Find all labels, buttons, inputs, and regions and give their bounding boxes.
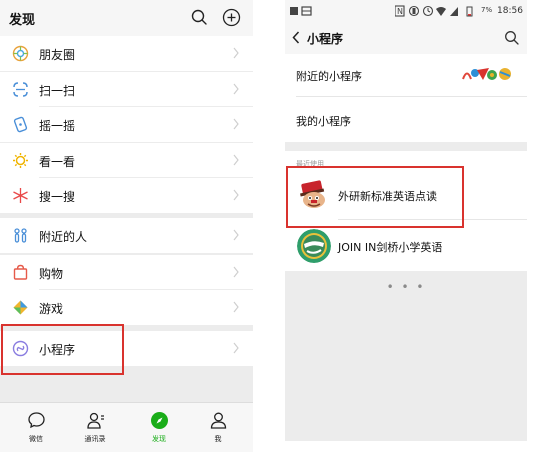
tab-label: 我 [214, 435, 222, 443]
app-name: JOIN IN剑桥小学英语 [338, 241, 443, 254]
menu-item-games[interactable]: 游戏 [0, 290, 253, 325]
my-mini-programs-label: 我的小程序 [296, 115, 351, 128]
menu-item-scan[interactable]: 扫一扫 [0, 72, 253, 107]
moments-icon [12, 45, 29, 62]
my-mini-programs[interactable]: 我的小程序 [285, 97, 527, 142]
menu-item-label: 看一看 [39, 155, 76, 169]
nearby-mini-programs[interactable]: 附近的小程序 [285, 54, 527, 96]
bottom-tab-bar: 微信 通讯录 发现 我 [0, 402, 253, 452]
status-bar: N 7% 18:56 [285, 0, 527, 22]
menu-item-label: 朋友圈 [39, 48, 76, 62]
tab-chats[interactable]: 微信 [11, 403, 61, 452]
tab-discover[interactable]: 发现 [134, 403, 184, 452]
menu-item-label: 扫一扫 [39, 84, 76, 98]
scan-icon [13, 82, 28, 97]
discover-icon [151, 412, 168, 429]
recent-app-join-in[interactable]: JOIN IN剑桥小学英语 [285, 221, 527, 271]
nearby-app-icons [462, 68, 511, 80]
search-star-icon [13, 188, 28, 203]
add-plus-icon[interactable] [222, 8, 241, 27]
nearby-label: 附近的小程序 [296, 70, 362, 83]
chevron-right-icon [233, 47, 239, 59]
back-chevron-icon[interactable] [292, 31, 300, 44]
chevron-right-icon [233, 118, 239, 130]
menu-item-label: 游戏 [39, 302, 64, 316]
highlight-box [1, 324, 124, 375]
menu-item-label: 购物 [39, 267, 64, 281]
svg-text:N: N [397, 7, 403, 16]
shopping-bag-icon [13, 264, 28, 280]
menu-item-label: 附近的人 [39, 230, 88, 244]
chats-icon [28, 412, 45, 429]
menu-item-moments[interactable]: 朋友圈 [0, 36, 253, 71]
chevron-right-icon [233, 342, 239, 354]
tab-label: 发现 [152, 435, 166, 443]
more-dots[interactable]: • • • [285, 280, 527, 294]
tab-contacts[interactable]: 通讯录 [70, 403, 120, 452]
status-time: 18:56 [497, 6, 523, 16]
status-icons: N [395, 5, 473, 17]
people-nearby-icon [14, 228, 27, 243]
tab-label: 通讯录 [84, 435, 106, 443]
mini-programs-list: 附近的小程序 我的小程序 [285, 54, 527, 142]
games-icon [13, 300, 28, 315]
page-title: 小程序 [307, 32, 344, 46]
mini-programs-header: 小程序 [285, 22, 527, 54]
menu-item-shake[interactable]: 摇一摇 [0, 107, 253, 142]
tab-me[interactable]: 我 [193, 403, 243, 452]
page-title: 发现 [9, 13, 36, 28]
discover-header: 发现 [0, 0, 253, 36]
menu-item-people-nearby[interactable]: 附近的人 [0, 218, 253, 253]
me-icon [210, 412, 227, 429]
contacts-icon [87, 412, 104, 429]
chevron-right-icon [233, 83, 239, 95]
menu-item-search[interactable]: 搜一搜 [0, 178, 253, 213]
tab-label: 微信 [29, 435, 43, 443]
discover-screen: 发现 朋友圈 扫一扫 摇一摇 看一看 搜一搜 附近的人 购物 游戏 小程序 微信… [0, 0, 253, 452]
chevron-right-icon [233, 266, 239, 278]
chevron-right-icon [233, 154, 239, 166]
chevron-right-icon [233, 189, 239, 201]
menu-item-shopping[interactable]: 购物 [0, 255, 253, 290]
search-icon[interactable] [190, 8, 208, 26]
notification-icons [290, 6, 312, 16]
search-icon[interactable] [504, 30, 519, 45]
top-stories-icon [13, 153, 28, 168]
menu-item-label: 搜一搜 [39, 190, 76, 204]
battery-percent: 7% [481, 6, 493, 14]
join-in-app-icon [297, 229, 331, 263]
menu-item-top-stories[interactable]: 看一看 [0, 143, 253, 178]
shake-icon [13, 116, 28, 133]
menu-item-label: 摇一摇 [39, 119, 76, 133]
chevron-right-icon [233, 301, 239, 313]
highlight-box [286, 166, 464, 228]
chevron-right-icon [233, 229, 239, 241]
